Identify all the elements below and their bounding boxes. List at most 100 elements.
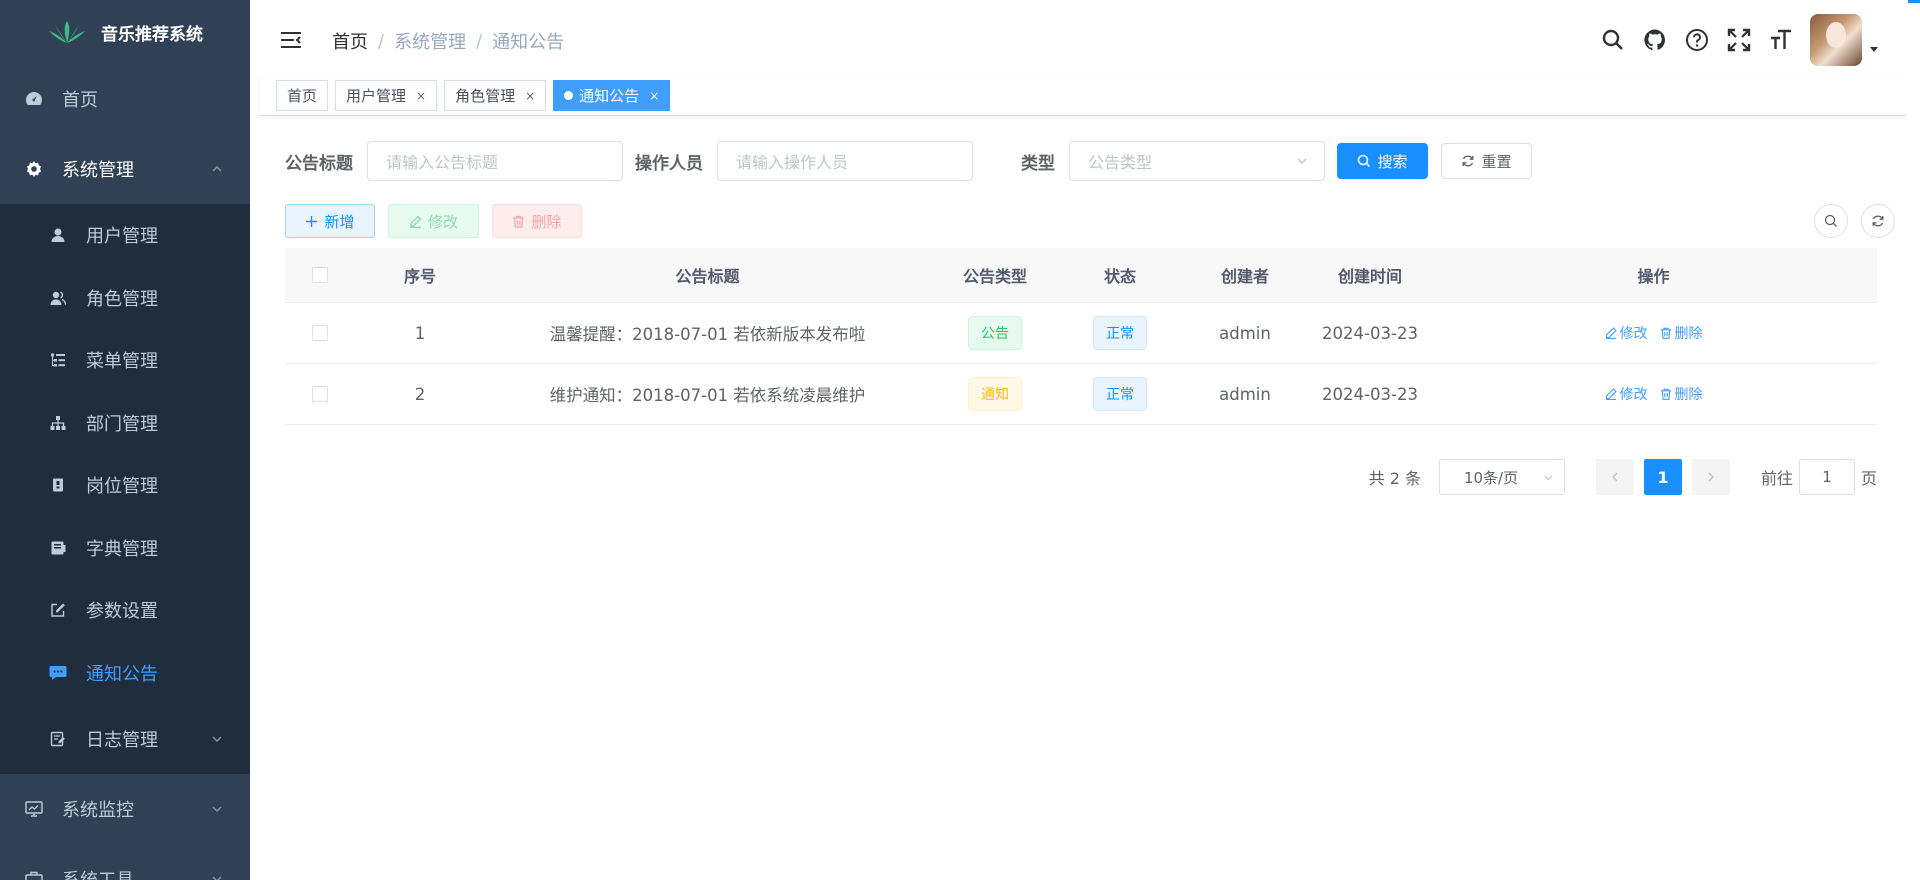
type-badge: 通知 xyxy=(968,377,1022,411)
row-checkbox[interactable] xyxy=(312,386,328,402)
page-size-select[interactable]: 10条/页 xyxy=(1438,459,1565,495)
search-icon[interactable] xyxy=(1592,15,1634,65)
tag-user[interactable]: 用户管理 × xyxy=(335,80,438,111)
tags-view: 首页 用户管理 × 角色管理 × 通知公告 × xyxy=(260,76,1906,116)
goto-page-input[interactable]: 1 xyxy=(1798,459,1855,495)
refresh-table-button[interactable] xyxy=(1861,204,1895,238)
chevron-down-icon xyxy=(1544,475,1553,481)
delete-button[interactable]: 删除 xyxy=(492,204,582,238)
sidebar-item-notice[interactable]: 通知公告 xyxy=(0,642,250,705)
notice-title-input[interactable]: 请输入公告标题 xyxy=(367,141,623,181)
caret-down-icon[interactable] xyxy=(1868,43,1880,55)
operator-input[interactable]: 请输入操作人员 xyxy=(717,141,973,181)
sidebar-item-dept[interactable]: 部门管理 xyxy=(0,392,250,455)
plus-icon xyxy=(306,215,318,227)
avatar[interactable] xyxy=(1810,14,1862,66)
gear-icon xyxy=(24,159,44,179)
close-icon[interactable]: × xyxy=(649,89,659,103)
sidebar-item-label: 系统管理 xyxy=(62,160,134,181)
sidebar-item-user[interactable]: 用户管理 xyxy=(0,204,250,267)
sidebar-item-home[interactable]: 首页 xyxy=(0,64,250,134)
refresh-icon xyxy=(1462,155,1474,167)
fullscreen-icon[interactable] xyxy=(1718,15,1760,65)
github-icon[interactable] xyxy=(1634,15,1676,65)
header-time: 创建时间 xyxy=(1337,267,1402,286)
tag-role[interactable]: 角色管理 × xyxy=(444,80,547,111)
tag-notice[interactable]: 通知公告 × xyxy=(553,80,671,111)
message-icon xyxy=(48,663,68,683)
sidebar-item-tool[interactable]: 系统工具 xyxy=(0,844,250,880)
prev-page-button[interactable] xyxy=(1595,459,1634,495)
trash-icon xyxy=(1660,327,1671,339)
placeholder: 请输入公告标题 xyxy=(386,153,499,172)
sidebar-item-config[interactable]: 参数设置 xyxy=(0,579,250,642)
placeholder: 请输入操作人员 xyxy=(736,153,849,172)
select-all-checkbox[interactable] xyxy=(312,267,328,283)
table-row[interactable]: 2 维护通知：2018-07-01 若依系统凌晨维护 通知 正常 admin 2… xyxy=(285,364,1877,425)
cell-type: 通知 xyxy=(930,377,1060,411)
question-icon[interactable] xyxy=(1676,15,1718,65)
chevron-down-icon xyxy=(1297,158,1307,164)
cell-status: 正常 xyxy=(1060,377,1180,411)
sidebar-item-label: 菜单管理 xyxy=(86,351,158,373)
edit-button[interactable]: 修改 xyxy=(388,204,479,238)
tag-home[interactable]: 首页 xyxy=(276,80,329,111)
table-toolbar: 新增 修改 删除 xyxy=(285,204,1897,238)
sidebar-item-menu[interactable]: 菜单管理 xyxy=(0,329,250,392)
row-delete-label: 删除 xyxy=(1674,326,1703,342)
cell-status: 正常 xyxy=(1060,316,1180,350)
trash-icon xyxy=(1660,388,1671,400)
sidebar-item-monitor[interactable]: 系统监控 xyxy=(0,774,250,844)
row-checkbox[interactable] xyxy=(312,325,328,341)
header-title: 公告标题 xyxy=(675,267,740,286)
close-icon[interactable]: × xyxy=(416,89,426,103)
breadcrumb-item: 系统管理 xyxy=(394,32,467,53)
edit-button-label: 修改 xyxy=(427,212,458,231)
sidebar-item-label: 用户管理 xyxy=(86,226,158,248)
hamburger-icon[interactable] xyxy=(280,30,302,50)
sidebar: 音乐推荐系统 首页 系统管理 用户管理 角色管理 菜单管理 部门管理 岗位管理 … xyxy=(0,0,250,880)
search-form: 公告标题 请输入公告标题 操作人员 请输入操作人员 类型 公告类型 搜索 重置 xyxy=(285,141,1532,181)
top-progress-bar-right xyxy=(1908,0,1920,3)
page-number-button[interactable]: 1 xyxy=(1643,459,1682,495)
edit-icon xyxy=(1605,388,1617,400)
search-button[interactable]: 搜索 xyxy=(1337,143,1428,179)
sidebar-item-post[interactable]: 岗位管理 xyxy=(0,454,250,517)
row-delete-link[interactable]: 删除 xyxy=(1660,323,1703,343)
font-size-icon[interactable] xyxy=(1760,15,1802,65)
edit-icon xyxy=(409,215,422,228)
sidebar-item-label: 参数设置 xyxy=(86,601,158,623)
row-edit-link[interactable]: 修改 xyxy=(1605,384,1648,404)
sidebar-item-role[interactable]: 角色管理 xyxy=(0,267,250,330)
pagination-jump: 前往 1 页 xyxy=(1761,459,1877,495)
notice-type-select[interactable]: 公告类型 xyxy=(1069,141,1325,181)
cell-title: 维护通知：2018-07-01 若依系统凌晨维护 xyxy=(549,386,866,405)
refresh-icon xyxy=(1872,215,1884,227)
sidebar-item-label: 系统监控 xyxy=(62,800,134,821)
tag-label: 角色管理 xyxy=(455,87,516,105)
row-edit-link[interactable]: 修改 xyxy=(1605,323,1648,343)
table-row[interactable]: 1 温馨提醒：2018-07-01 若依新版本发布啦 公告 正常 admin 2… xyxy=(285,303,1877,364)
sidebar-item-dict[interactable]: 字典管理 xyxy=(0,517,250,580)
cell-operation: 修改 删除 xyxy=(1430,323,1877,343)
sidebar-item-log[interactable]: 日志管理 xyxy=(0,704,250,774)
next-page-button[interactable] xyxy=(1691,459,1730,495)
type-badge: 公告 xyxy=(968,316,1022,350)
cell-title: 温馨提醒：2018-07-01 若依新版本发布啦 xyxy=(549,325,866,344)
dashboard-icon xyxy=(24,89,44,109)
logo-title: 音乐推荐系统 xyxy=(101,24,203,45)
add-button[interactable]: 新增 xyxy=(285,204,375,238)
page-scrollbar[interactable] xyxy=(1906,0,1920,880)
type-label: 类型 xyxy=(1021,153,1055,174)
breadcrumb-item[interactable]: 首页 xyxy=(332,28,368,54)
close-icon[interactable]: × xyxy=(525,89,535,103)
breadcrumb-separator: / xyxy=(476,30,483,52)
status-badge: 正常 xyxy=(1093,377,1147,411)
sidebar-logo[interactable]: 音乐推荐系统 xyxy=(0,0,250,64)
reset-button[interactable]: 重置 xyxy=(1441,143,1532,179)
sidebar-item-system[interactable]: 系统管理 xyxy=(0,134,250,204)
toggle-search-button[interactable] xyxy=(1814,204,1848,238)
placeholder: 公告类型 xyxy=(1088,153,1153,172)
goto-suffix: 页 xyxy=(1860,469,1877,488)
row-delete-link[interactable]: 删除 xyxy=(1660,384,1703,404)
